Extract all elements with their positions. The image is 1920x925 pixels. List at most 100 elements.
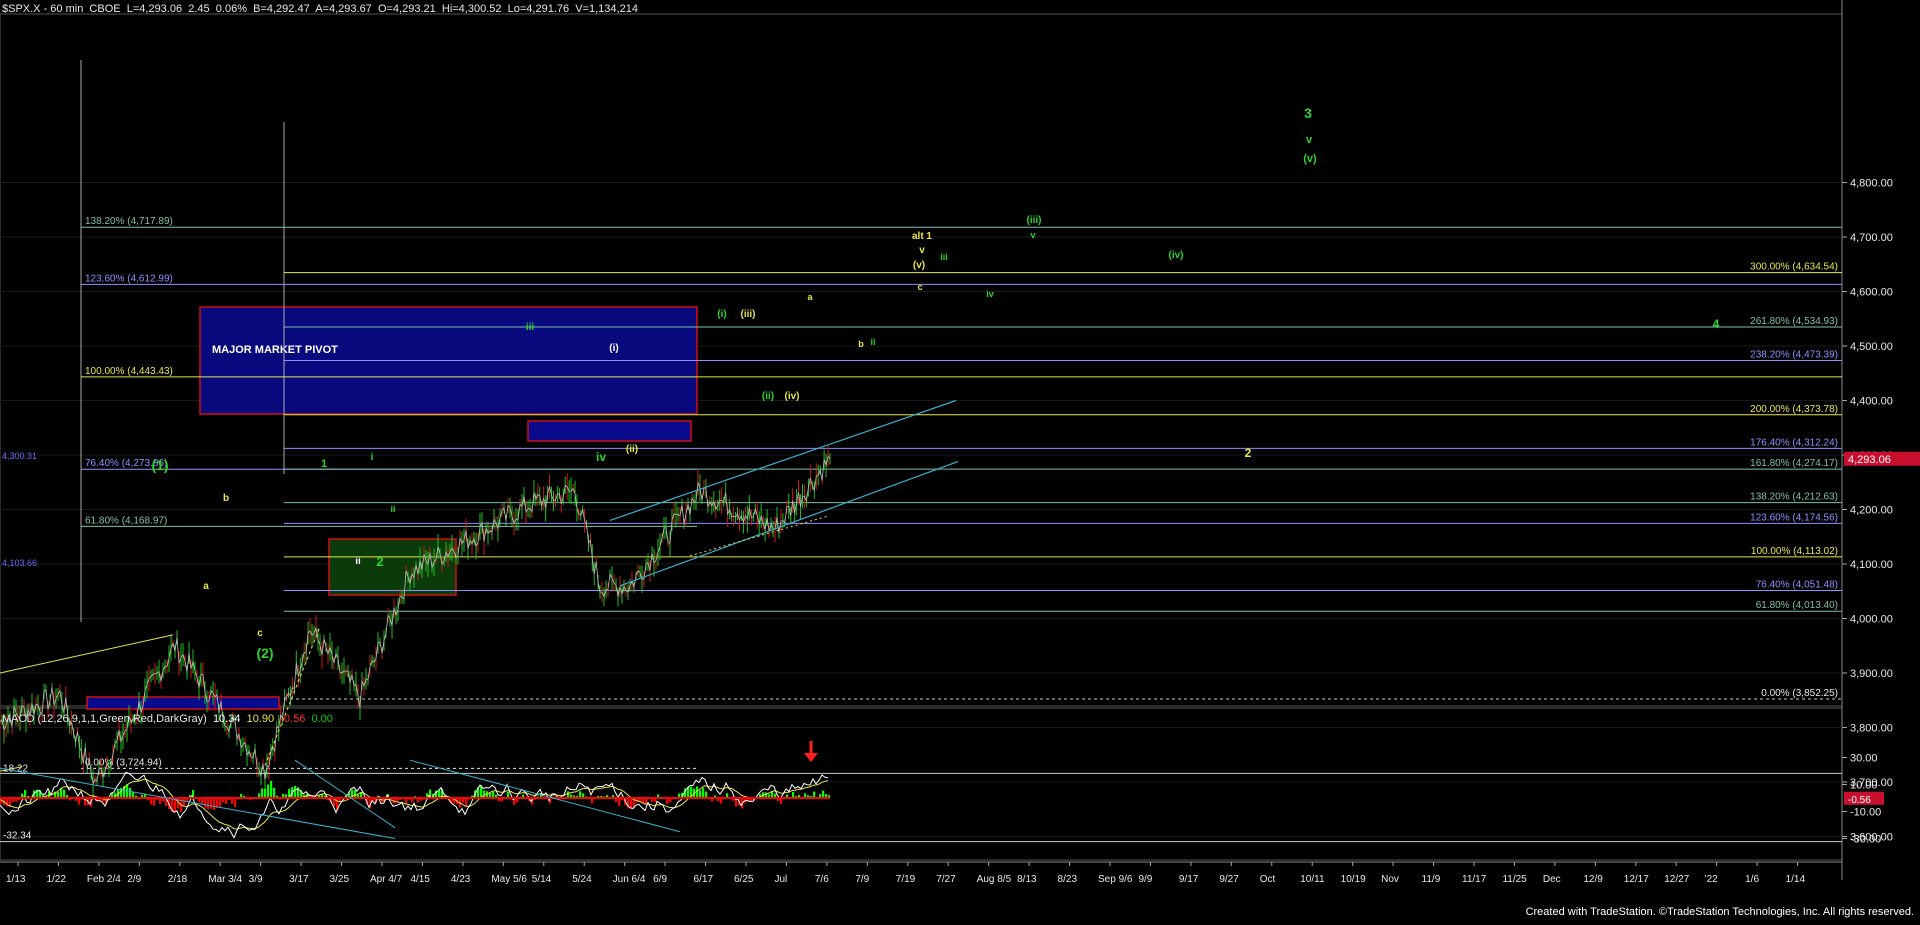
x-tick-label: 6/17 — [694, 874, 714, 885]
symbol-label: $SPX.X - 60 min CBOE — [2, 3, 121, 15]
macd-hist-bar — [234, 798, 237, 807]
macd-tick-label: -30.00 — [1850, 834, 1881, 846]
macd-hist-bar — [567, 791, 570, 798]
volume-value: V=1,134,214 — [575, 3, 638, 15]
fib-label-right: 100.00% (4,113.02) — [1751, 546, 1838, 557]
macd-hist-bar — [207, 798, 210, 809]
x-tick-label: 7/6 — [815, 874, 829, 885]
change-value: 2.45 — [188, 3, 210, 15]
wave-label: (iv) — [785, 391, 800, 402]
price-tick-label: 4,000.00 — [1850, 614, 1893, 626]
x-tick-label: 1/13 — [6, 874, 26, 885]
x-tick-label: 3/17 — [289, 874, 309, 885]
lower-blue-box — [86, 696, 280, 710]
x-tick-label: 3/25 — [330, 874, 350, 885]
macd-hist-bar — [702, 787, 705, 798]
footer-credit: Created with TradeStation. ©TradeStation… — [1525, 906, 1914, 918]
wave-label: 4 — [1713, 317, 1720, 331]
wave-label: ii — [355, 556, 361, 567]
macd-hist-bar — [273, 787, 276, 798]
macd-header: MACD (12,26,9,1,1,Green,Red,DarkGray) 10… — [2, 713, 333, 725]
macd-tick-label: 10.00 — [1850, 780, 1878, 792]
x-tick-label: Nov — [1381, 874, 1399, 885]
wave2-support-box — [328, 538, 457, 596]
macd-value: 10.34 — [212, 713, 241, 725]
change-pct: 0.06% — [215, 3, 247, 15]
wave-label: (iv) — [1169, 250, 1184, 261]
pivot-label: MAJOR MARKET PIVOT — [212, 344, 338, 356]
price-tick-label: 4,700.00 — [1850, 232, 1893, 244]
price-tick-label: 4,100.00 — [1850, 559, 1893, 571]
x-tick-label: '22 — [1705, 874, 1718, 885]
wave-label: a — [203, 581, 209, 592]
x-tick-label: 11/9 — [1422, 874, 1441, 885]
fib-label-left: 123.60% (4,612.99) — [85, 273, 173, 284]
wave-label: ii — [390, 504, 395, 514]
fib-label-right: 300.00% (4,634.54) — [1750, 262, 1838, 273]
macd-hist-bar — [696, 786, 699, 798]
macd-hist-bar — [261, 788, 264, 798]
macd-hist-bar — [483, 790, 486, 798]
x-tick-label: 8/23 — [1058, 874, 1078, 885]
fib-label-right: 61.80% (4,013.40) — [1756, 600, 1838, 611]
wave-label: 2 — [1245, 446, 1252, 460]
macd-tick-label: -10.00 — [1850, 807, 1881, 819]
x-tick-label: 1/14 — [1786, 874, 1806, 885]
macd-hist-bar — [219, 798, 222, 808]
fib-label-right: 138.20% (4,212.63) — [1750, 492, 1838, 503]
wave-label: (v) — [1303, 153, 1317, 165]
wave-label: (i) — [609, 343, 618, 354]
chart-header: $SPX.X - 60 min CBOE L=4,293.06 2.45 0.0… — [2, 3, 638, 15]
price-tick-label: 4,400.00 — [1850, 396, 1893, 408]
wave-label: b — [223, 493, 229, 504]
x-tick-label: Sep 9/6 — [1098, 874, 1133, 885]
x-tick-label: 10/11 — [1300, 874, 1325, 885]
macd-hist-bar — [270, 780, 273, 798]
wave-label: v — [919, 245, 925, 256]
macd-trend-line — [409, 759, 681, 833]
wave-label: a — [807, 292, 813, 302]
macd-hist-bar — [465, 798, 468, 807]
macd-hist-bar — [129, 788, 132, 798]
macd-hist-bar — [153, 798, 156, 806]
macd-lower-label: -32.34 — [3, 831, 32, 842]
down-arrow-icon — [804, 753, 818, 762]
wave-label: b — [858, 339, 864, 349]
wave-label: c — [257, 628, 263, 639]
x-tick-label: 4/15 — [410, 874, 430, 885]
fib-label-left: 138.20% (4,717.89) — [85, 216, 173, 227]
x-tick-label: Jun 6/4 — [613, 874, 646, 885]
macd-hist-bar — [294, 785, 297, 798]
macd-hist-bar — [204, 798, 207, 808]
fib-label-right: 238.20% (4,473.39) — [1750, 350, 1838, 361]
x-tick-label: 12/27 — [1664, 874, 1689, 885]
macd-hist-bar — [771, 791, 774, 798]
fib-label-left: 61.80% (4,168.97) — [85, 515, 167, 526]
pivot-sub-box — [527, 420, 692, 442]
macd-trend-line — [294, 759, 396, 829]
x-tick-label: 9/9 — [1138, 874, 1152, 885]
fib-label-right: 161.80% (4,274.17) — [1750, 458, 1838, 469]
macd-hist-bar — [183, 798, 186, 806]
x-tick-label: 12/9 — [1583, 874, 1603, 885]
wave-label: ii — [870, 337, 875, 347]
current-price-label: 4,293.06 — [1848, 454, 1891, 466]
wave-label: 1 — [321, 458, 327, 470]
macd-hist-bar — [822, 790, 825, 798]
x-tick-label: 3/9 — [249, 874, 263, 885]
wave-label: iv — [596, 450, 606, 464]
macd-hist-bar — [213, 798, 216, 811]
chart-root: 4,800.00 4,700.00 4,600.00 4,500.00 4,400.00… — [0, 0, 1920, 920]
bid-value: B=4,292.47 — [253, 3, 310, 15]
wave-label: iii — [940, 252, 948, 262]
macd-hist-bar — [354, 790, 357, 798]
wave-label: (iii) — [741, 309, 756, 320]
x-tick-label: 2/9 — [127, 874, 141, 885]
wave-label: v — [1030, 230, 1035, 240]
wave-label: (ii) — [762, 391, 774, 402]
high-value: Hi=4,300.52 — [441, 3, 502, 15]
price-tick-label: 4,800.00 — [1850, 178, 1893, 190]
x-tick-label: Apr 4/7 — [370, 874, 403, 885]
fib-label-left: 100.00% (4,443.43) — [85, 366, 173, 377]
x-tick-label: Aug 8/5 — [977, 874, 1012, 885]
